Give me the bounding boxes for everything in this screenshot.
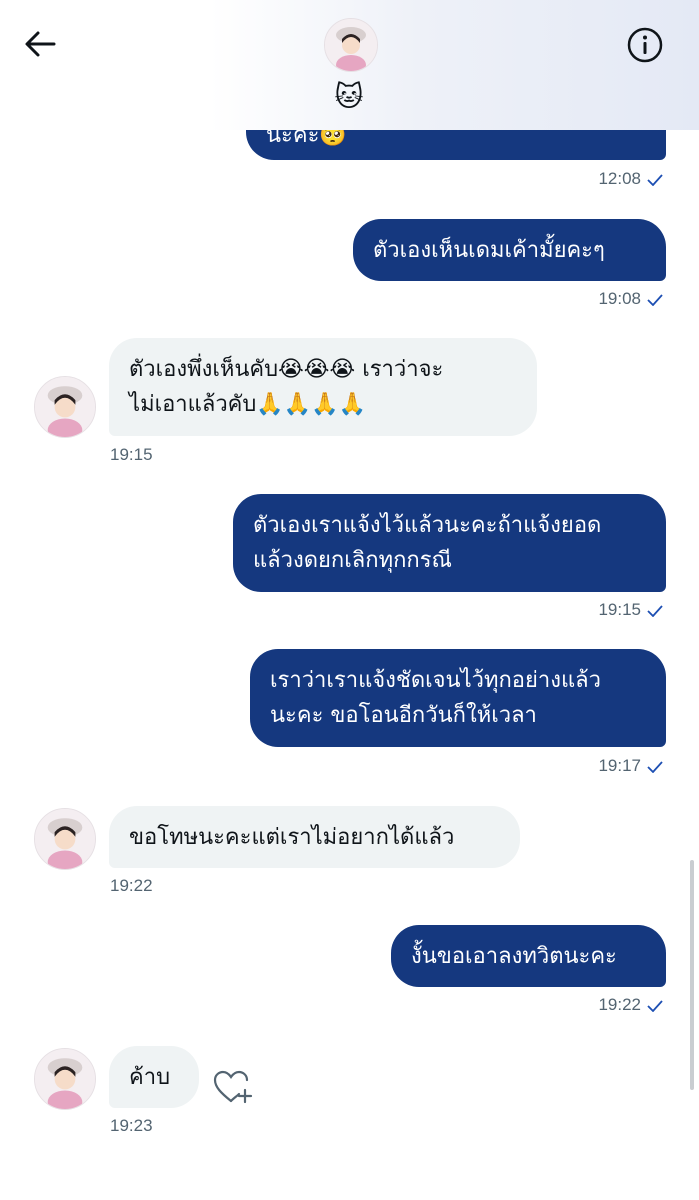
contact-avatar[interactable]: [34, 808, 96, 870]
conversation-header: 🐱: [0, 0, 699, 130]
read-check-icon: [647, 293, 663, 306]
message-text: งั้นขอเอาลงทวิตนะคะ: [411, 944, 617, 969]
react-heart-button[interactable]: [212, 1068, 254, 1106]
message-timestamp: 19:15: [598, 600, 663, 620]
message-text-line: แล้วงดยกเลิกทุกกรณี: [253, 548, 452, 573]
contact-avatar[interactable]: [34, 376, 96, 438]
message-timestamp: 12:08: [598, 169, 663, 189]
message-timestamp: 19:17: [598, 756, 663, 776]
message-text: ค้าบ: [129, 1065, 171, 1090]
read-check-icon: [647, 760, 663, 773]
read-check-icon: [647, 604, 663, 617]
message-bubble-outgoing[interactable]: ตัวเองเห็นเดมเค้ามั้ยคะๆ: [353, 219, 666, 281]
message-text-line: ไม่เอาแล้วคับ🙏🙏🙏🙏: [129, 392, 366, 417]
message-bubble-outgoing[interactable]: ตัวเองเราแจ้งไว้แล้วนะคะถ้าแจ้งยอด แล้วง…: [233, 494, 666, 592]
info-icon: [627, 27, 663, 63]
avatar-image: [35, 377, 95, 437]
message-timestamp: 19:22: [110, 876, 153, 895]
message-text-line: ตัวเองพึ่งเห็นคับ😭😭😭 เราว่าจะ: [129, 357, 444, 382]
read-check-icon: [647, 173, 663, 186]
message-bubble-outgoing[interactable]: เราว่าเราแจ้งชัดเจนไว้ทุกอย่างแล้ว นะคะ …: [250, 649, 666, 747]
message-timestamp: 19:23: [110, 1116, 153, 1135]
message-bubble-outgoing[interactable]: งั้นขอเอาลงทวิตนะคะ: [391, 925, 666, 987]
message-text-line: เราว่าเราแจ้งชัดเจนไว้ทุกอย่างแล้ว: [270, 668, 602, 693]
message-text-line: นะคะ ขอโอนอีกวันก็ให้เวลา: [270, 703, 537, 728]
message-timestamp: 19:15: [110, 445, 153, 464]
scrollbar[interactable]: [690, 860, 694, 1090]
message-timestamp: 19:08: [598, 289, 663, 309]
info-button[interactable]: [627, 27, 663, 63]
back-button[interactable]: [22, 28, 58, 60]
contact-avatar[interactable]: [34, 1048, 96, 1110]
message-text-line: ตัวเองเราแจ้งไว้แล้วนะคะถ้าแจ้งยอด: [253, 513, 602, 538]
avatar-image: [35, 1049, 95, 1109]
message-text: ตัวเองเห็นเดมเค้ามั้ยคะๆ: [373, 238, 605, 263]
message-text: ขอโทษนะคะแต่เราไม่อยากได้แล้ว: [129, 825, 455, 850]
message-bubble-incoming[interactable]: ตัวเองพึ่งเห็นคับ😭😭😭 เราว่าจะ ไม่เอาแล้ว…: [109, 338, 537, 436]
back-arrow-icon: [25, 31, 56, 57]
avatar-image: [325, 19, 377, 71]
message-bubble-incoming[interactable]: ขอโทษนะคะแต่เราไม่อยากได้แล้ว: [109, 806, 520, 868]
message-bubble-incoming[interactable]: ค้าบ: [109, 1046, 199, 1108]
read-check-icon: [647, 999, 663, 1012]
contact-avatar[interactable]: [324, 18, 378, 72]
avatar-image: [35, 809, 95, 869]
heart-plus-icon: [213, 1070, 253, 1104]
status-emoji: 🐱: [334, 80, 364, 113]
message-timestamp: 19:22: [598, 995, 663, 1015]
